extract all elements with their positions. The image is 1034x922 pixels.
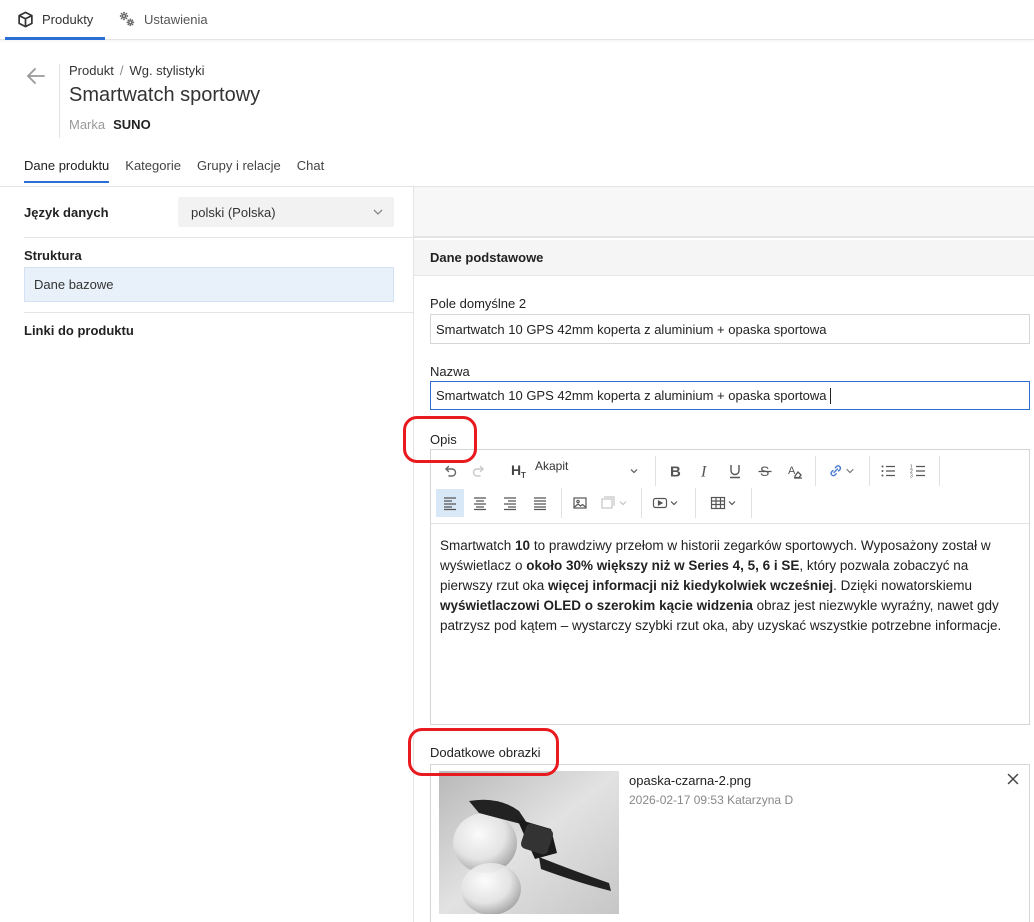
- heading-select[interactable]: HT Akapit: [509, 456, 647, 484]
- toolbar-separator: [655, 456, 656, 486]
- annotation-highlight-images: [408, 728, 559, 776]
- editor-toolbar: HT Akapit B I S A 123: [431, 450, 1029, 524]
- language-select-value: polski (Polska): [191, 204, 276, 220]
- gears-icon: [119, 11, 135, 27]
- svg-text:H: H: [511, 462, 521, 478]
- editor-content[interactable]: Smartwatch 10 to prawdziwy przełom w his…: [440, 536, 1024, 636]
- close-icon[interactable]: [1005, 771, 1021, 787]
- bulleted-list-icon[interactable]: [874, 457, 902, 485]
- toolbar-separator: [939, 456, 940, 486]
- description-text: Smartwatch: [440, 538, 516, 553]
- right-top-bar: [414, 187, 1034, 238]
- annotation-highlight-description: [403, 416, 477, 463]
- page-title: Smartwatch sportowy: [69, 84, 261, 106]
- brand-label: Marka: [69, 117, 106, 132]
- align-justify-icon[interactable]: [526, 489, 554, 517]
- italic-icon[interactable]: I: [691, 457, 719, 485]
- numbered-list-icon[interactable]: 123: [904, 457, 932, 485]
- align-right-icon[interactable]: [496, 489, 524, 517]
- language-select[interactable]: polski (Polska): [178, 197, 394, 227]
- language-label: Język danych: [24, 205, 109, 220]
- nav-settings[interactable]: Ustawienia: [118, 0, 208, 38]
- cube-icon: [18, 11, 33, 27]
- header-divider: [59, 64, 60, 138]
- breadcrumb-product[interactable]: Produkt: [69, 63, 114, 78]
- toolbar-separator: [695, 488, 696, 518]
- tab-product-data[interactable]: Dane produktu: [24, 158, 110, 183]
- field-default-2-label: Pole domyślne 2: [430, 296, 527, 311]
- chevron-down-icon: [373, 209, 383, 215]
- field-default-2-value: Smartwatch 10 GPS 42mm koperta z alumini…: [436, 321, 827, 337]
- link-icon[interactable]: [823, 457, 861, 485]
- bold-icon[interactable]: B: [661, 457, 689, 485]
- insert-media-icon[interactable]: [648, 489, 686, 517]
- structure-label: Struktura: [24, 248, 82, 263]
- breadcrumb-separator: /: [119, 63, 124, 78]
- image-thumbnail[interactable]: [439, 771, 619, 914]
- product-links-label[interactable]: Linki do produktu: [24, 323, 134, 338]
- description-bold: około 30% większy niż w Series 4, 5, 6 i…: [526, 558, 800, 573]
- brand-row: Marka SUNO: [69, 117, 151, 132]
- heading-select-value: Akapit: [535, 459, 569, 473]
- name-label: Nazwa: [430, 364, 470, 379]
- toolbar-separator: [561, 488, 562, 518]
- tab-chat[interactable]: Chat: [297, 158, 324, 183]
- toolbar-separator: [751, 488, 752, 518]
- field-default-2-input[interactable]: Smartwatch 10 GPS 42mm koperta z alumini…: [430, 314, 1030, 344]
- top-navigation: Produkty Ustawienia: [0, 0, 1034, 40]
- chevron-down-icon: [630, 469, 638, 474]
- image-file-meta: 2026-02-17 09:53 Katarzyna D: [629, 793, 794, 807]
- svg-text:3: 3: [910, 474, 913, 480]
- svg-text:T: T: [521, 471, 526, 479]
- brand-value: SUNO: [113, 117, 151, 132]
- name-input[interactable]: Smartwatch 10 GPS 42mm koperta z alumini…: [430, 381, 1030, 410]
- breadcrumb-category[interactable]: Wg. stylistyki: [129, 63, 204, 78]
- nav-settings-label: Ustawienia: [144, 11, 208, 27]
- description-bold: wyświetlaczowi OLED o szerokim kącie wid…: [440, 598, 753, 613]
- name-input-value: Smartwatch 10 GPS 42mm koperta z alumini…: [436, 388, 827, 403]
- image-gallery-icon[interactable]: [596, 489, 634, 517]
- tab-categories[interactable]: Kategorie: [125, 158, 181, 183]
- back-arrow-icon[interactable]: [24, 64, 48, 88]
- nav-products-label: Produkty: [42, 11, 94, 27]
- tab-groups-relations[interactable]: Grupy i relacje: [197, 158, 281, 183]
- toolbar-separator: [641, 488, 642, 518]
- left-divider: [24, 312, 414, 313]
- toolbar-separator: [815, 456, 816, 486]
- svg-text:B: B: [670, 464, 681, 480]
- align-left-icon[interactable]: [436, 489, 464, 517]
- rich-text-editor: HT Akapit B I S A 123 Smartwatch 10 to p…: [430, 449, 1030, 725]
- toolbar-separator: [869, 456, 870, 486]
- heading-icon: HT: [511, 462, 526, 479]
- clear-format-icon[interactable]: A: [781, 457, 809, 485]
- image-item: opaska-czarna-2.png 2026-02-17 09:53 Kat…: [430, 764, 1030, 922]
- left-divider: [24, 237, 414, 238]
- description-text: . Dzięki nowatorskiemu: [833, 578, 972, 593]
- section-title: Dane podstawowe: [414, 240, 1034, 276]
- image-file-name: opaska-czarna-2.png: [629, 773, 752, 788]
- tab-bar: Dane produktu Kategorie Grupy i relacje …: [24, 158, 324, 183]
- panel-divider: [413, 187, 414, 922]
- underline-icon[interactable]: [721, 457, 749, 485]
- strikethrough-icon[interactable]: S: [751, 457, 779, 485]
- breadcrumb: Produkt / Wg. stylistyki: [69, 63, 205, 78]
- structure-item-base-data[interactable]: Dane bazowe: [24, 267, 394, 302]
- text-caret: [829, 387, 831, 404]
- align-center-icon[interactable]: [466, 489, 494, 517]
- description-bold: więcej informacji niż kiedykolwiek wcześ…: [548, 578, 834, 593]
- description-bold: 10: [515, 538, 531, 553]
- nav-products[interactable]: Produkty: [5, 0, 105, 40]
- svg-text:I: I: [700, 464, 707, 480]
- insert-table-icon[interactable]: [706, 489, 744, 517]
- insert-image-icon[interactable]: [566, 489, 594, 517]
